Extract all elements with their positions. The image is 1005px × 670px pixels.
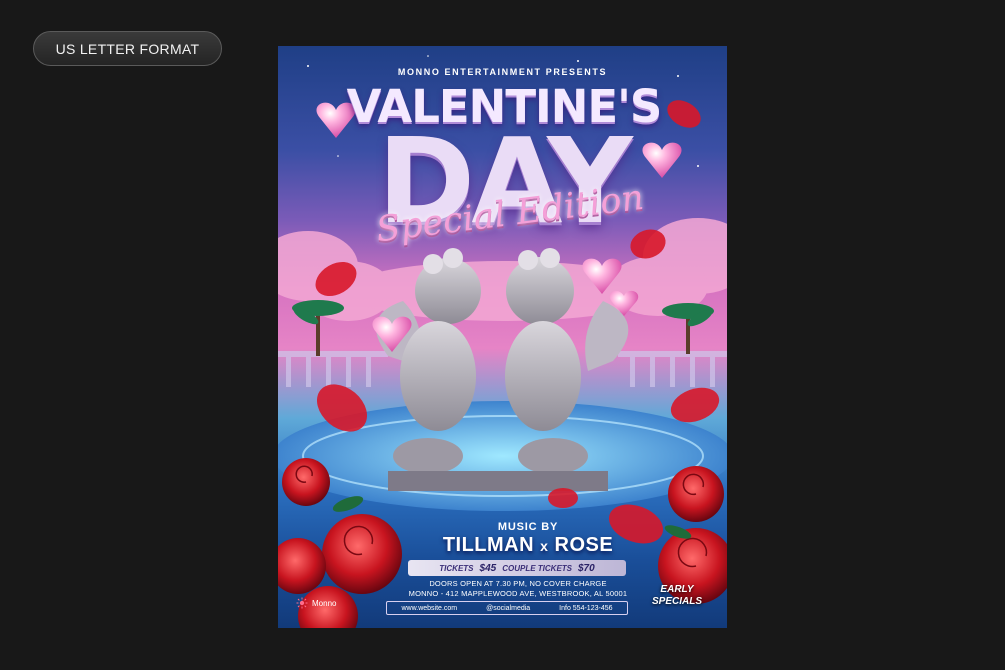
tickets-price: $45 [479,562,497,574]
early-line: EARLY [660,584,694,595]
address-info: MONNO - 412 MAPPLEWOOD AVE, WESTBROOK, A… [408,589,628,598]
early-specials: EARLY SPECIALS [642,584,712,608]
tickets-bar: TICKETS $45 COUPLE TICKETS $70 [408,560,626,576]
presenter-line: MONNO ENTERTAINMENT PRESENTS [397,67,608,77]
sun-logo-icon [296,597,308,609]
artist-tillman: TILLMAN [442,534,535,556]
colonnade [278,351,727,387]
couple-tickets-price: $70 [578,562,595,574]
tickets-label: TICKETS [439,563,474,573]
specials-line: SPECIALS [651,596,702,607]
format-label-pill: US LETTER FORMAT [33,31,222,66]
artist-separator: x [540,538,549,554]
flyer-preview: MONNO ENTERTAINMENT PRESENTS VALENTINE'S… [278,46,727,628]
phone-text: Info 554-123-456 [559,604,613,612]
doors-info: DOORS OPEN AT 7.30 PM, NO COVER CHARGE [429,579,607,588]
website-text: www.website.com [401,604,458,612]
social-text: @socialmedia [486,604,531,612]
music-by-label: MUSIC BY [497,521,559,533]
contact-bar: www.website.com @socialmedia Info 554-12… [386,601,628,615]
artist-rose: ROSE [554,534,614,556]
couple-tickets-label: COUPLE TICKETS [502,563,572,573]
brand-name: Monno [312,598,337,608]
brand-logo: Monno [296,597,336,609]
artists-line: TILLMAN x ROSE [388,534,668,557]
